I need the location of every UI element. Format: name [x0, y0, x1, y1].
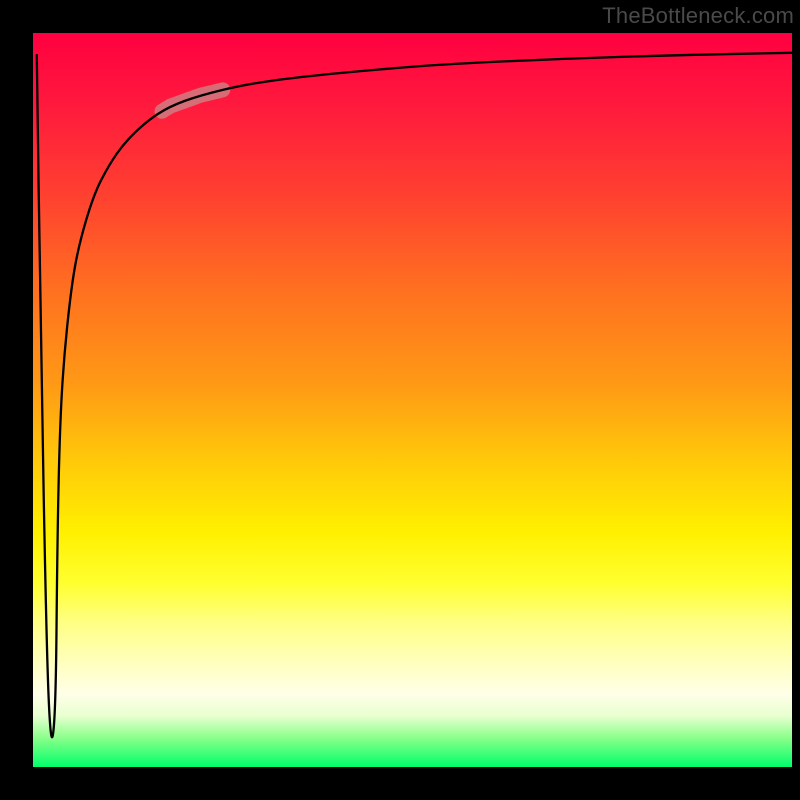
- main-curve: [37, 53, 792, 737]
- plot-area: [33, 33, 792, 767]
- chart-container: TheBottleneck.com: [0, 0, 800, 800]
- curve-svg: [33, 33, 792, 767]
- watermark-text: TheBottleneck.com: [602, 3, 794, 29]
